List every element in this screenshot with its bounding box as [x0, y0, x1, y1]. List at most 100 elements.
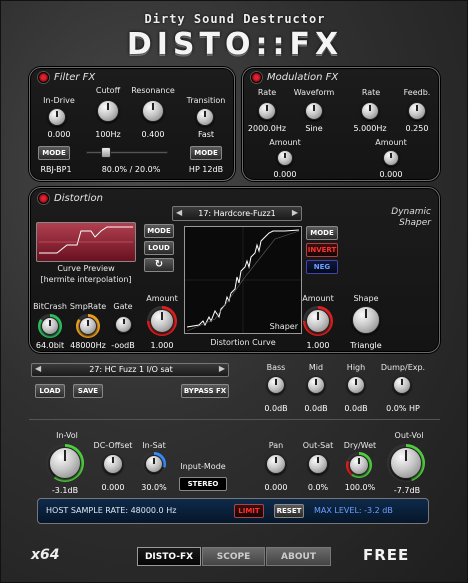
feedb-knob[interactable]: [408, 102, 426, 120]
mod-amount2-knob[interactable]: [383, 150, 399, 166]
preset-selector[interactable]: ◀ 27: HC Fuzz 1 I/O sat ▶: [31, 363, 229, 377]
bypass-fx-button[interactable]: BYPASS FX: [181, 384, 229, 398]
divider: [29, 419, 440, 420]
load-button[interactable]: LOAD: [35, 384, 65, 398]
input-mode-label: Input-Mode: [180, 462, 226, 471]
input-mode-button[interactable]: STEREO: [179, 477, 227, 491]
dump-exp-knob[interactable]: [393, 376, 411, 394]
in-sat-knob[interactable]: [142, 452, 166, 476]
filter-mode-right-button[interactable]: MODE: [190, 146, 222, 160]
modulation-power-button[interactable]: [251, 72, 262, 83]
distortion-power-button[interactable]: [38, 193, 49, 204]
shape-knob[interactable]: [352, 306, 380, 334]
feedb-label: Feedb.: [403, 88, 431, 97]
smprate-value: 48000Hz: [70, 341, 106, 350]
mod-amount1-knob[interactable]: [277, 150, 293, 166]
shape-value: Triangle: [350, 341, 382, 350]
distortion-curve-graph[interactable]: Shaper: [184, 226, 302, 334]
tab-about[interactable]: ABOUT: [266, 547, 331, 566]
in-vol-label: In-Vol: [56, 431, 78, 440]
out-vol-label: Out-Vol: [394, 431, 424, 440]
plugin-window: Dirty Sound Destructor DISTO::FX Filter …: [0, 0, 468, 583]
pan-knob[interactable]: [266, 454, 286, 474]
waveform-value: Sine: [305, 124, 323, 133]
mix-slider[interactable]: [86, 147, 168, 158]
dry-wet-knob[interactable]: [346, 452, 372, 478]
shaper-amount-knob[interactable]: [303, 306, 333, 336]
mod-rate2-value: 5.000Hz: [353, 124, 387, 133]
filter-mode-left-button[interactable]: MODE: [38, 146, 70, 160]
cutoff-knob[interactable]: [97, 100, 119, 122]
mix-slider-handle[interactable]: [101, 147, 111, 158]
curve-preview-graph: [39, 226, 133, 254]
out-vol-knob[interactable]: [387, 444, 425, 482]
bass-knob[interactable]: [267, 376, 285, 394]
distortion-curve-label: Distortion Curve: [210, 338, 276, 347]
gate-label: Gate: [113, 302, 133, 311]
dc-offset-label: DC-Offset: [93, 441, 133, 450]
main-preset-name: 27: HC Fuzz 1 I/O sat: [89, 365, 173, 374]
bitcrash-value: 64.0bit: [35, 341, 65, 350]
out-sat-knob[interactable]: [308, 454, 328, 474]
in-drive-knob[interactable]: [48, 108, 66, 126]
cutoff-value: 100Hz: [95, 130, 121, 139]
mod-rate2-knob[interactable]: [361, 102, 379, 120]
transition-knob[interactable]: [196, 108, 214, 126]
preset-next-arrow[interactable]: ▶: [292, 208, 298, 217]
high-knob[interactable]: [347, 376, 365, 394]
invert-button[interactable]: INVERT: [306, 243, 338, 257]
max-level: MAX LEVEL: -3.2 dB: [314, 506, 393, 515]
distortion-header: Distortion: [38, 193, 103, 204]
tab-scope[interactable]: SCOPE: [202, 547, 265, 566]
pan-value: 0.000: [264, 483, 288, 492]
in-drive-label: In-Drive: [43, 96, 75, 105]
cutoff-label: Cutoff: [95, 86, 121, 95]
mid-value: 0.0dB: [304, 404, 328, 413]
logo: DISTO::FX: [126, 27, 344, 62]
curve-preview-label: Curve Preview: [57, 264, 115, 273]
interpolation-label: [hermite interpolation]: [40, 275, 132, 284]
bitcrash-knob[interactable]: [38, 314, 62, 338]
feedb-value: 0.250: [405, 124, 429, 133]
mid-knob[interactable]: [307, 376, 325, 394]
distortion-panel: Distortion ◀ 17: Hardcore-Fuzz1 ▶ Dynami…: [29, 187, 440, 353]
loud-button[interactable]: LOUD: [144, 241, 174, 255]
neg-button[interactable]: NEG: [306, 260, 338, 274]
curve-preview: [36, 222, 136, 262]
view-tabs: DISTO-FX SCOPE ABOUT: [137, 547, 331, 566]
distortion-amount-knob[interactable]: [147, 306, 177, 336]
out-vol-value: -7.7dB: [393, 486, 421, 495]
main-preset-prev-arrow[interactable]: ◀: [35, 364, 41, 373]
smprate-knob[interactable]: [76, 314, 100, 338]
limit-button[interactable]: LIMIT: [234, 504, 264, 518]
tab-disto-fx[interactable]: DISTO-FX: [137, 547, 201, 566]
main-preset-next-arrow[interactable]: ▶: [219, 364, 225, 373]
gate-knob[interactable]: [115, 316, 132, 333]
bitcrash-label: BitCrash: [33, 302, 67, 311]
reset-button[interactable]: RESET: [274, 504, 304, 518]
shaper-amount-value: 1.000: [306, 341, 330, 350]
filter-power-button[interactable]: [38, 72, 49, 83]
mod-rate1-value: 2000.0Hz: [247, 124, 287, 133]
resonance-knob[interactable]: [142, 100, 164, 122]
distortion-curve-svg: [185, 227, 301, 333]
in-vol-knob[interactable]: [46, 444, 84, 482]
refresh-button[interactable]: ↻: [144, 258, 174, 272]
save-button[interactable]: SAVE: [73, 384, 103, 398]
smprate-label: SmpRate: [69, 302, 107, 311]
mod-amount2-label: Amount: [375, 138, 407, 147]
mod-rate1-knob[interactable]: [258, 102, 276, 120]
out-sat-value: 0.0%: [307, 483, 329, 492]
preset-prev-arrow[interactable]: ◀: [176, 208, 182, 217]
in-sat-label: In-Sat: [142, 441, 166, 450]
dc-offset-knob[interactable]: [103, 454, 123, 474]
dry-wet-label: Dry/Wet: [343, 441, 377, 450]
waveform-knob[interactable]: [305, 102, 323, 120]
bass-label: Bass: [266, 363, 286, 372]
distortion-mode-button[interactable]: MODE: [144, 224, 174, 238]
shaper-mode-button[interactable]: MODE: [306, 226, 338, 240]
distortion-preset-selector[interactable]: ◀ 17: Hardcore-Fuzz1 ▶: [172, 206, 302, 221]
shaper-amount-label: Amount: [302, 294, 334, 303]
mod-amount1-value: 0.000: [273, 170, 297, 179]
filter-mode-right-value: HP 12dB: [188, 165, 224, 174]
